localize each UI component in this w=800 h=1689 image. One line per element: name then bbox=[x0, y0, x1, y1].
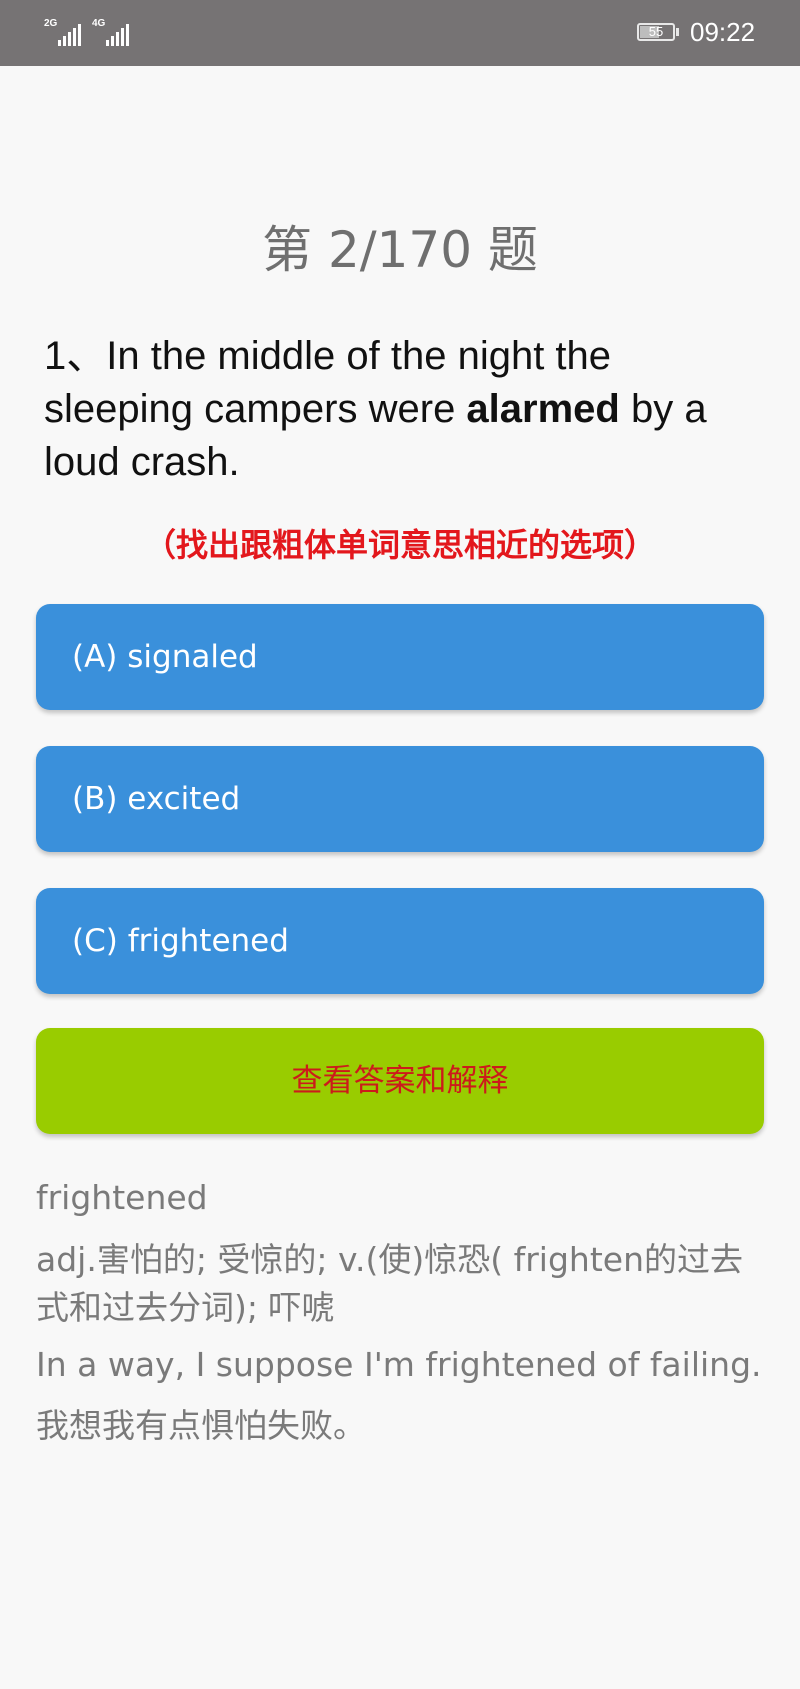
question-bold-word: alarmed bbox=[466, 387, 620, 431]
signal-2g-icon: 2G bbox=[44, 18, 81, 46]
signal-4g-icon: 4G bbox=[92, 18, 132, 46]
explanation-word: frightened bbox=[36, 1178, 208, 1217]
option-b-button[interactable]: (B) excited bbox=[36, 746, 764, 852]
question-counter: 第 2/170 题 bbox=[262, 221, 538, 279]
clock: 09:22 bbox=[690, 17, 756, 47]
question-text: 1、In the middle of the night the sleepin… bbox=[44, 330, 764, 489]
option-a-button[interactable]: (A) signaled bbox=[36, 604, 764, 710]
option-c-label: (C) frightened bbox=[72, 923, 289, 959]
battery-level: 55 bbox=[648, 24, 664, 39]
example-sentence-zh: 我想我有点惧怕失败。 bbox=[36, 1406, 366, 1445]
option-a-label: (A) signaled bbox=[72, 639, 258, 675]
explanation-definition: adj.害怕的; 受惊的; v.(使)惊恐( frighten的过去式和过去分词… bbox=[36, 1240, 743, 1327]
battery-icon: 55 bbox=[637, 23, 675, 41]
option-b-label: (B) excited bbox=[72, 781, 241, 817]
instruction-text: （找出跟粗体单词意思相近的选项） bbox=[143, 526, 656, 564]
show-answer-button[interactable]: 查看答案和解释 bbox=[36, 1028, 764, 1134]
option-c-button[interactable]: (C) frightened bbox=[36, 888, 764, 994]
battery-tip bbox=[676, 28, 679, 36]
status-bar: 2G 4G 55 09:22 bbox=[0, 0, 800, 66]
example-sentence-en: In a way, I suppose I'm frightened of fa… bbox=[36, 1345, 762, 1384]
